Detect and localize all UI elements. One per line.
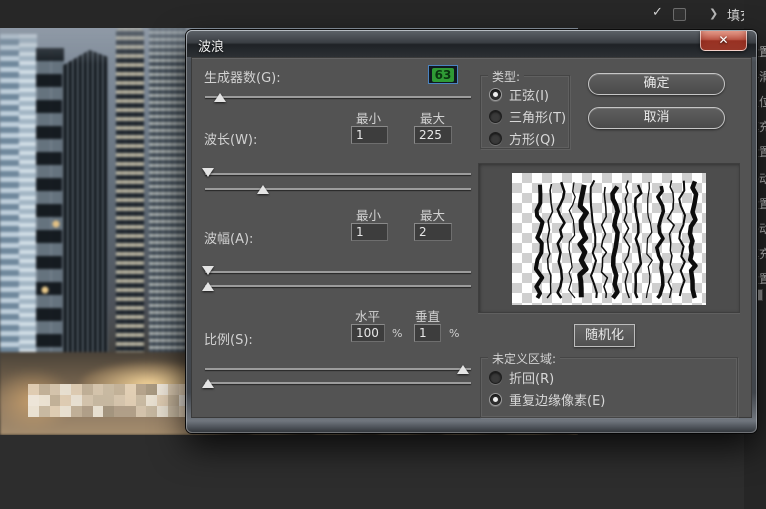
undefined-areas-legend: 未定义区域: — [488, 350, 561, 367]
cancel-button[interactable]: 取消 — [588, 107, 725, 129]
amplitude-max-label: 最大 — [420, 208, 446, 223]
undefined-areas-group: 未定义区域: 折回(R) 重复边缘像素(E) — [480, 350, 738, 418]
generators-slider-thumb[interactable] — [213, 93, 226, 102]
wave-preview-panel — [478, 163, 740, 313]
radio-repeat-edge-label: 重复边缘像素(E) — [509, 393, 606, 409]
scale-vertical-percent: % — [449, 327, 460, 340]
scale-horizontal-thumb[interactable] — [457, 365, 470, 374]
scale-horizontal-slider[interactable] — [205, 365, 471, 374]
radio-square-control[interactable] — [489, 131, 502, 145]
radio-wrap-around[interactable]: 折回(R) — [481, 366, 737, 388]
radio-sine[interactable]: 正弦(I) — [481, 83, 569, 105]
radio-repeat-edge-control[interactable] — [489, 392, 502, 406]
wavelength-label: 波长(W): — [204, 133, 258, 148]
amplitude-min-slider[interactable] — [201, 266, 471, 275]
wave-pattern — [534, 179, 699, 300]
chevron-right-icon[interactable]: ❯ — [709, 7, 718, 20]
top-options-bar: ✓ ❯ 填充 — [0, 0, 766, 28]
transparency-checkerboard — [512, 173, 706, 305]
dialog-title: 波浪 — [198, 40, 225, 55]
scale-horizontal-input[interactable] — [351, 324, 385, 342]
close-button[interactable]: ✕ — [700, 31, 747, 51]
scale-vertical-input[interactable] — [414, 324, 441, 342]
radio-square-label: 方形(Q) — [509, 132, 556, 148]
scale-label: 比例(S): — [204, 333, 253, 348]
wavelength-max-input[interactable] — [414, 126, 452, 144]
radio-triangle-label: 三角形(T) — [509, 110, 567, 126]
radio-triangle[interactable]: 三角形(T) — [481, 105, 569, 127]
ok-button[interactable]: 确定 — [588, 73, 725, 95]
radio-sine-label: 正弦(I) — [509, 88, 549, 104]
wavelength-min-input[interactable] — [351, 126, 388, 144]
scale-vertical-label: 垂直 — [415, 309, 441, 324]
screen: ✓ ❯ 填充 设置 平滑 复位 填充 设置 移动 设置 移动 填充 设置 波浪 … — [0, 0, 766, 509]
amplitude-max-thumb[interactable] — [201, 282, 214, 291]
amplitude-max-slider[interactable] — [201, 282, 471, 291]
scale-vertical-slider[interactable] — [201, 379, 471, 388]
dialog-titlebar[interactable]: 波浪 ✕ — [187, 31, 756, 57]
generators-value-field[interactable]: 63 — [428, 65, 458, 84]
type-group-legend: 类型: — [488, 68, 525, 85]
scale-horizontal-percent: % — [392, 327, 403, 340]
radio-triangle-control[interactable] — [489, 109, 502, 123]
wavelength-min-label: 最小 — [356, 111, 382, 126]
generators-slider[interactable] — [205, 93, 471, 102]
amplitude-label: 波幅(A): — [204, 232, 254, 247]
radio-square[interactable]: 方形(Q) — [481, 127, 569, 149]
radio-sine-control[interactable] — [489, 87, 502, 101]
wavelength-max-slider[interactable] — [205, 185, 471, 194]
wavelength-min-thumb[interactable] — [201, 168, 214, 177]
radio-repeat-edge[interactable]: 重复边缘像素(E) — [481, 388, 737, 410]
amplitude-min-thumb[interactable] — [201, 266, 214, 275]
wave-dialog: 波浪 ✕ 生成器数(G): 63 最小 最大 波长(W): 最小 — [186, 30, 757, 433]
amplitude-max-input[interactable] — [414, 223, 452, 241]
scale-vertical-thumb[interactable] — [201, 379, 214, 388]
wavelength-max-thumb[interactable] — [256, 185, 269, 194]
generators-label: 生成器数(G): — [204, 71, 281, 86]
wavelength-min-slider[interactable] — [201, 168, 471, 177]
amplitude-min-input[interactable] — [351, 223, 388, 241]
commit-check-icon[interactable]: ✓ — [652, 5, 663, 20]
wavelength-max-label: 最大 — [420, 111, 446, 126]
radio-wrap-around-control[interactable] — [489, 370, 502, 384]
radio-wrap-around-label: 折回(R) — [509, 371, 555, 387]
mosaic-watermark — [28, 384, 200, 417]
randomize-button[interactable]: 随机化 — [574, 324, 635, 347]
dialog-body: 生成器数(G): 63 最小 最大 波长(W): 最小 最大 波幅(A): — [191, 57, 752, 418]
square-toggle-icon[interactable] — [673, 8, 686, 21]
type-group: 类型: 正弦(I) 三角形(T) 方形(Q) — [480, 68, 570, 149]
scale-horizontal-label: 水平 — [355, 309, 381, 324]
amplitude-min-label: 最小 — [356, 208, 382, 223]
generators-value: 63 — [431, 67, 455, 82]
